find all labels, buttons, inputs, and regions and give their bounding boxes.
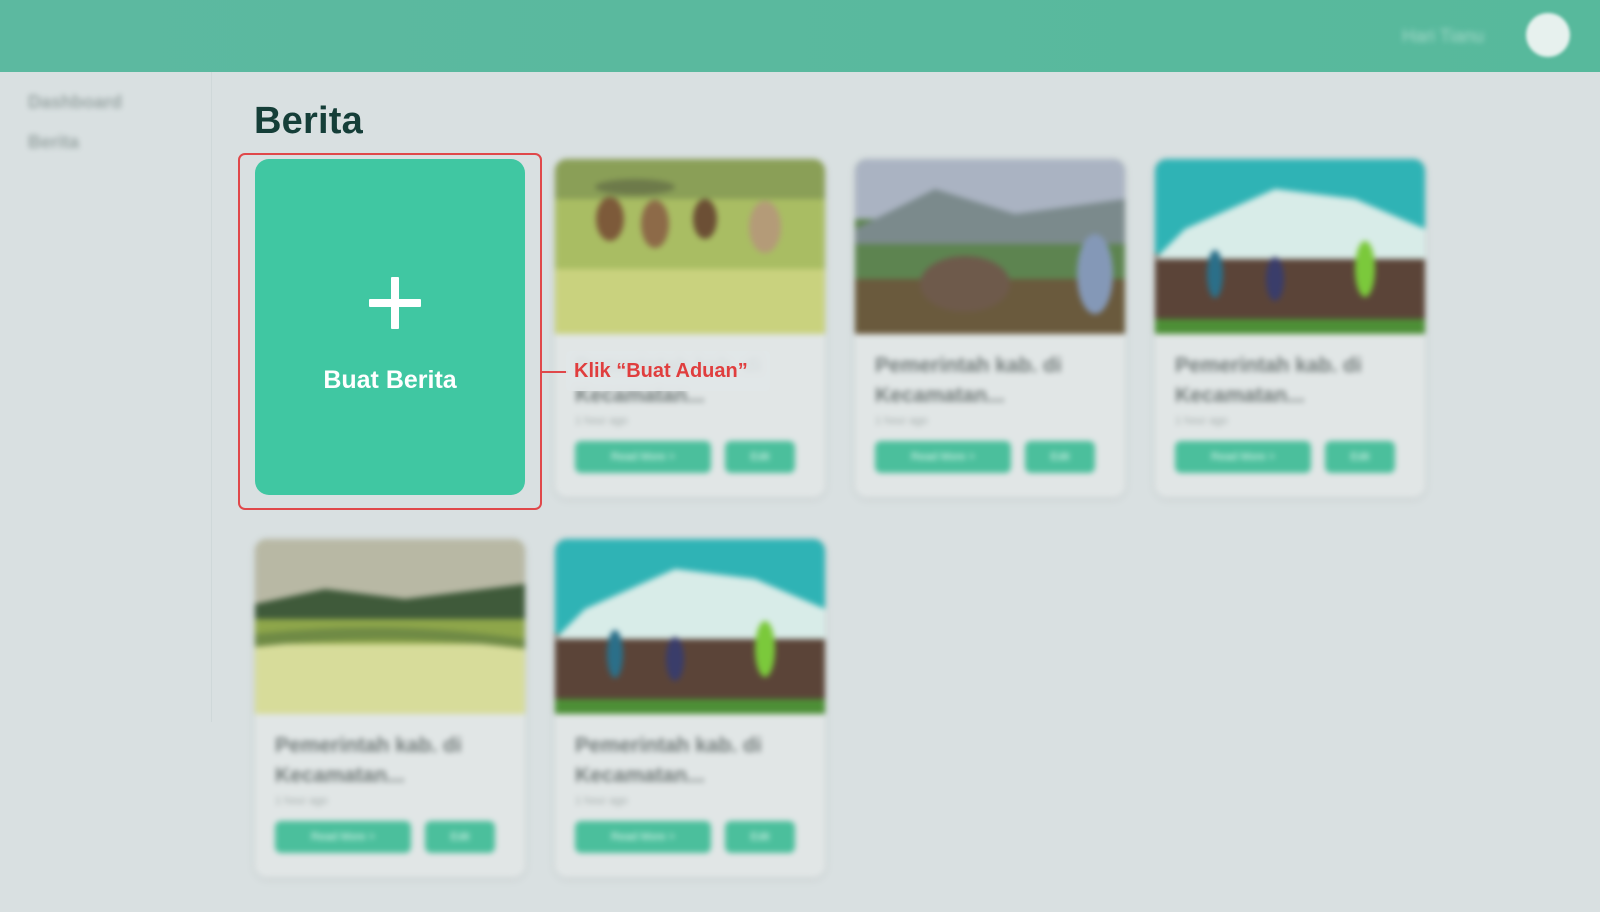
news-date: 1 hour ago — [875, 415, 928, 427]
sidebar-item-berita[interactable]: Berita — [28, 132, 79, 153]
news-thumbnail — [855, 159, 1125, 334]
news-card[interactable]: Pemerintah kab. di Kecamatan... 1 hour a… — [255, 539, 525, 877]
news-card[interactable]: Pemerintah kab. di Kecamatan... 1 hour a… — [1155, 159, 1425, 497]
read-more-button[interactable]: Read More > — [1175, 441, 1311, 473]
news-thumbnail — [555, 159, 825, 334]
avatar[interactable] — [1526, 13, 1570, 57]
read-more-button[interactable]: Read More > — [575, 441, 711, 473]
news-date: 1 hour ago — [575, 415, 628, 427]
read-more-button[interactable]: Read More > — [875, 441, 1011, 473]
news-date: 1 hour ago — [575, 795, 628, 807]
page-title: Berita — [254, 100, 363, 142]
user-name[interactable]: Hari Tianu — [1402, 26, 1484, 47]
news-title: Pemerintah kab. di Kecamatan... — [275, 734, 462, 787]
news-title: Pemerintah kab. di Kecamatan... — [1175, 354, 1362, 407]
top-bar: Hari Tianu — [0, 0, 1600, 72]
news-thumbnail — [255, 539, 525, 714]
news-date: 1 hour ago — [275, 795, 328, 807]
edit-button[interactable]: Edit — [1325, 441, 1395, 473]
highlight-box — [238, 153, 542, 510]
news-date: 1 hour ago — [1175, 415, 1228, 427]
news-thumbnail — [555, 539, 825, 714]
news-card[interactable]: Pemerintah kab. di Kecamatan... 1 hour a… — [555, 539, 825, 877]
read-more-button[interactable]: Read More > — [575, 821, 711, 853]
news-card[interactable]: Pemerintah kab. di Kecamatan... 1 hour a… — [855, 159, 1125, 497]
edit-button[interactable]: Edit — [1025, 441, 1095, 473]
news-title: Pemerintah kab. di Kecamatan... — [575, 734, 762, 787]
news-thumbnail — [1155, 159, 1425, 334]
news-title: Pemerintah kab. di Kecamatan... — [875, 354, 1062, 407]
sidebar: Dashboard Berita — [0, 72, 212, 722]
edit-button[interactable]: Edit — [725, 441, 795, 473]
edit-button[interactable]: Edit — [425, 821, 495, 853]
edit-button[interactable]: Edit — [725, 821, 795, 853]
sidebar-item-dashboard[interactable]: Dashboard — [28, 92, 122, 113]
read-more-button[interactable]: Read More > — [275, 821, 411, 853]
callout-connector — [542, 371, 568, 373]
callout-label: Klik “Buat Aduan” — [566, 351, 770, 391]
news-card[interactable]: Pemerintah kab. di Kecamatan... 1 hour a… — [555, 159, 825, 497]
